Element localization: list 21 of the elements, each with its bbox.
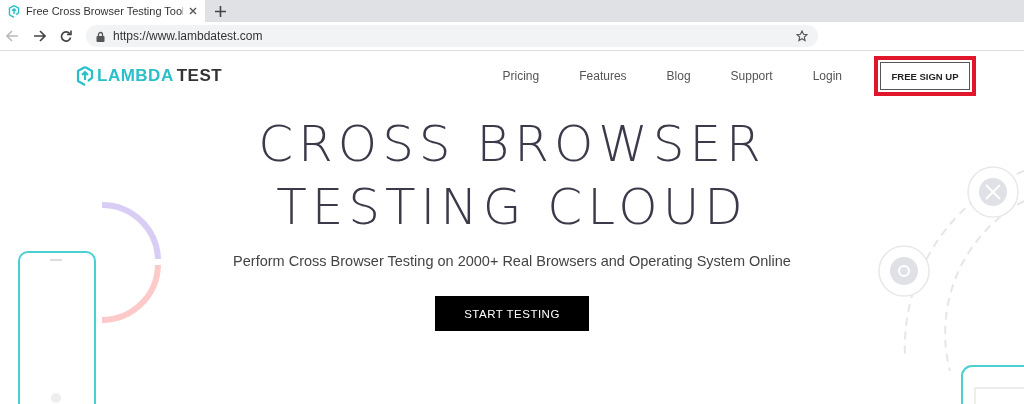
- hero-subtitle: Perform Cross Browser Testing on 2000+ Real Browsers and Operating System Online: [233, 253, 791, 269]
- lambdatest-logo[interactable]: LAMBDA TEST: [76, 66, 223, 86]
- reload-icon[interactable]: [60, 30, 72, 42]
- address-bar[interactable]: https://www.lambdatest.com: [86, 25, 818, 47]
- nav-link[interactable]: Pricing: [502, 69, 540, 83]
- start-testing-button[interactable]: START TESTING: [435, 296, 589, 331]
- lock-icon: [96, 30, 105, 42]
- site-icon: [8, 4, 20, 18]
- nav-link[interactable]: Login: [812, 69, 842, 83]
- close-icon[interactable]: [189, 7, 197, 15]
- nav-link[interactable]: Support: [730, 69, 773, 83]
- hero-title: CROSS BROWSER: [258, 114, 766, 175]
- nav-link[interactable]: Features: [579, 69, 627, 83]
- nav-link[interactable]: Blog: [666, 69, 691, 83]
- forward-icon[interactable]: [33, 30, 46, 42]
- browser-window-drawing: [961, 365, 1024, 404]
- hero-title: TESTING CLOUD: [275, 177, 749, 238]
- star-icon[interactable]: [796, 30, 808, 42]
- browser-tab[interactable]: Free Cross Browser Testing Tool: [0, 0, 205, 22]
- signup-button[interactable]: FREE SIGN UP: [880, 62, 970, 90]
- new-tab-icon[interactable]: [215, 5, 226, 17]
